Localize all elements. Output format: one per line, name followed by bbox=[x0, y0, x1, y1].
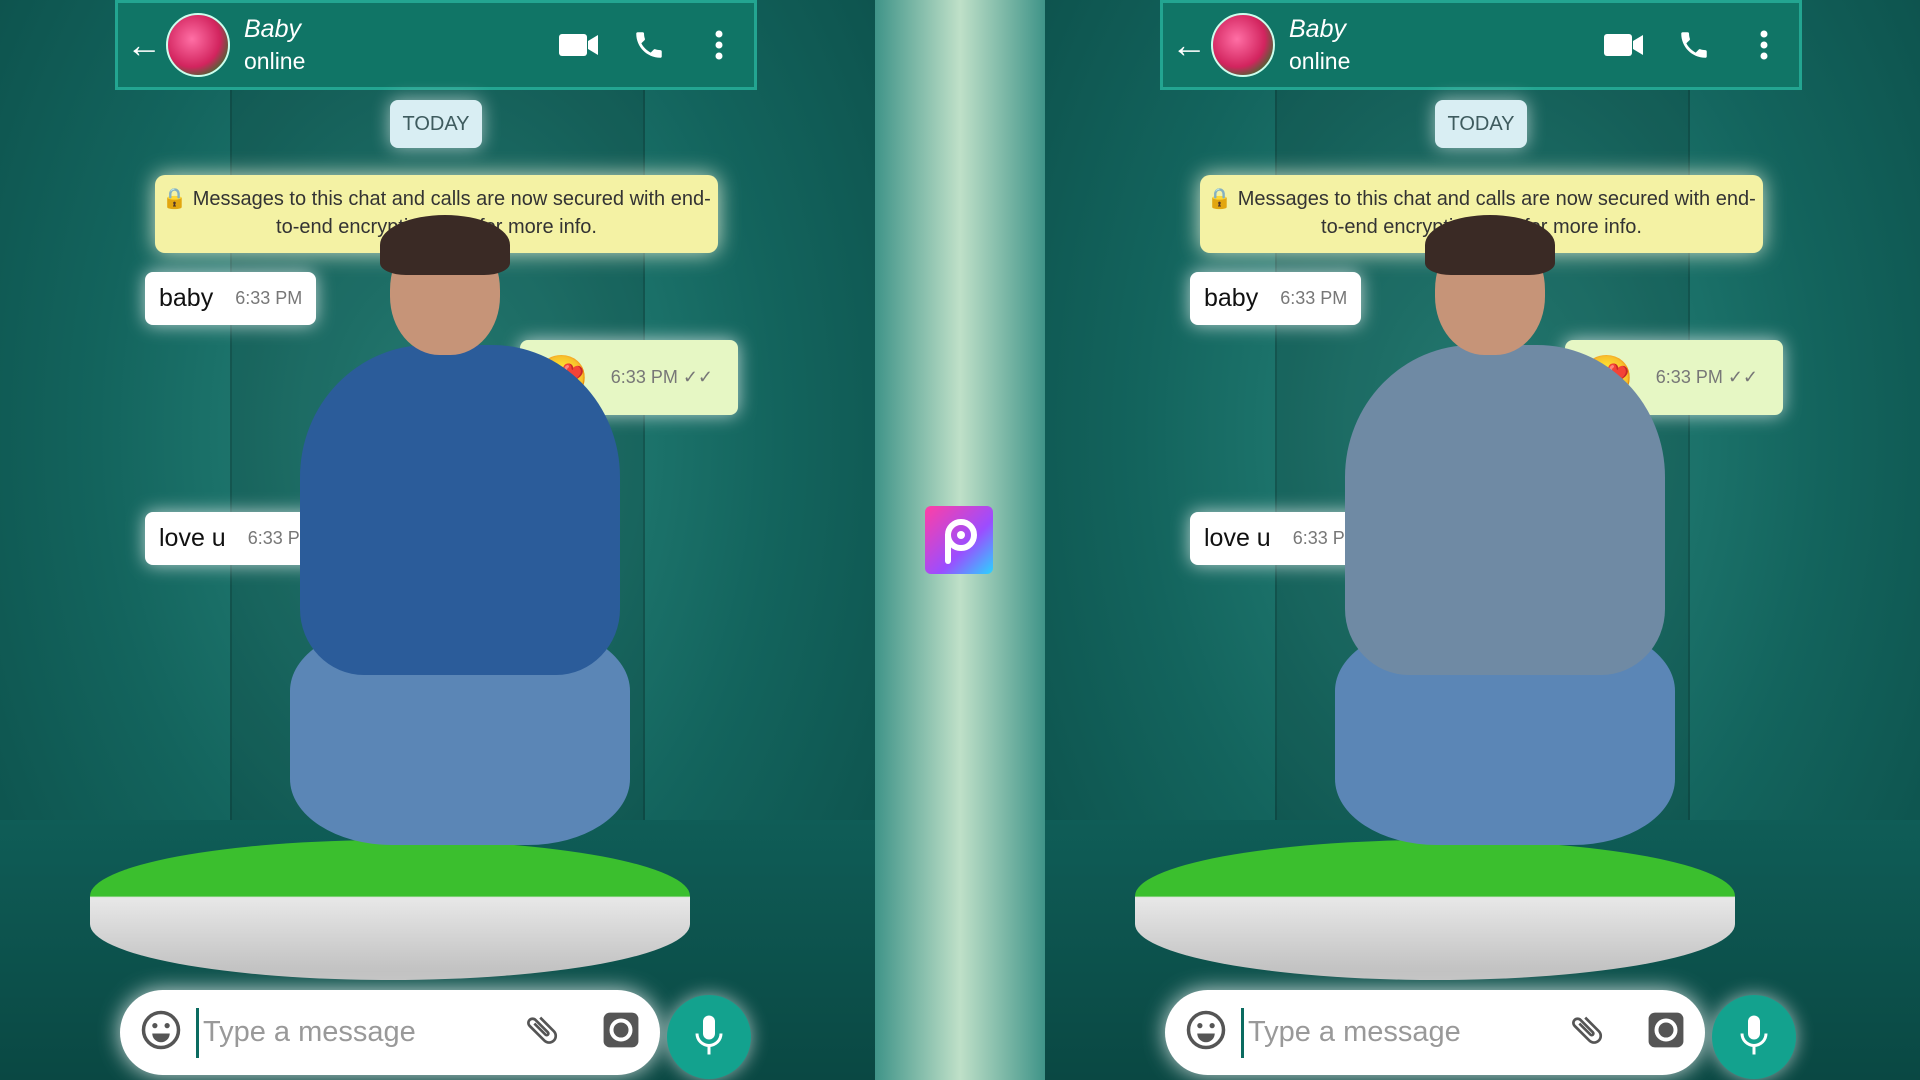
attach-icon[interactable] bbox=[522, 1010, 562, 1055]
message-input[interactable] bbox=[199, 1007, 522, 1058]
person-photo bbox=[270, 215, 650, 905]
video-call-icon[interactable] bbox=[1589, 32, 1659, 58]
message-composer: Type a message bbox=[120, 990, 660, 1075]
emoji-icon[interactable] bbox=[140, 1009, 182, 1056]
more-vert-icon[interactable] bbox=[1729, 30, 1799, 60]
contact-name[interactable]: Baby bbox=[244, 15, 544, 44]
video-call-icon[interactable] bbox=[544, 32, 614, 58]
mic-button[interactable] bbox=[1712, 995, 1796, 1079]
chat-header: ← Baby online bbox=[1160, 0, 1802, 90]
picsart-logo-icon bbox=[925, 506, 993, 574]
more-vert-icon[interactable] bbox=[684, 30, 754, 60]
contact-status: online bbox=[244, 48, 306, 74]
person-photo bbox=[1315, 215, 1695, 905]
lock-icon: 🔒 bbox=[162, 188, 188, 210]
phone-icon[interactable] bbox=[1659, 28, 1729, 62]
message-input[interactable] bbox=[1244, 1007, 1567, 1058]
chat-panel: ← Baby online TODAY 🔒 Messages to this c… bbox=[1045, 0, 1920, 1080]
mic-icon bbox=[1739, 1014, 1769, 1061]
contact-status: online bbox=[1289, 48, 1351, 74]
chat-panel: ← Baby online TODAY 🔒 Messages to this c… bbox=[0, 0, 875, 1080]
shirt bbox=[300, 345, 620, 675]
attach-icon[interactable] bbox=[1567, 1010, 1607, 1055]
chat-header: ← Baby online bbox=[115, 0, 757, 90]
back-arrow-icon[interactable]: ← bbox=[126, 24, 166, 66]
date-separator: TODAY bbox=[1435, 100, 1527, 148]
back-arrow-icon[interactable]: ← bbox=[1171, 24, 1211, 66]
shirt bbox=[1345, 345, 1665, 675]
mic-button[interactable] bbox=[667, 995, 751, 1079]
camera-icon[interactable] bbox=[602, 1011, 640, 1054]
contact-name[interactable]: Baby bbox=[1289, 15, 1589, 44]
mic-icon bbox=[694, 1014, 724, 1061]
phone-icon[interactable] bbox=[614, 28, 684, 62]
emoji-icon[interactable] bbox=[1185, 1009, 1227, 1056]
date-separator: TODAY bbox=[390, 100, 482, 148]
message-field[interactable]: Type a message bbox=[196, 1007, 522, 1058]
lock-icon: 🔒 bbox=[1207, 188, 1233, 210]
message-composer: Type a message bbox=[1165, 990, 1705, 1075]
avatar[interactable] bbox=[166, 13, 230, 77]
message-field[interactable]: Type a message bbox=[1241, 1007, 1567, 1058]
avatar[interactable] bbox=[1211, 13, 1275, 77]
camera-icon[interactable] bbox=[1647, 1011, 1685, 1054]
